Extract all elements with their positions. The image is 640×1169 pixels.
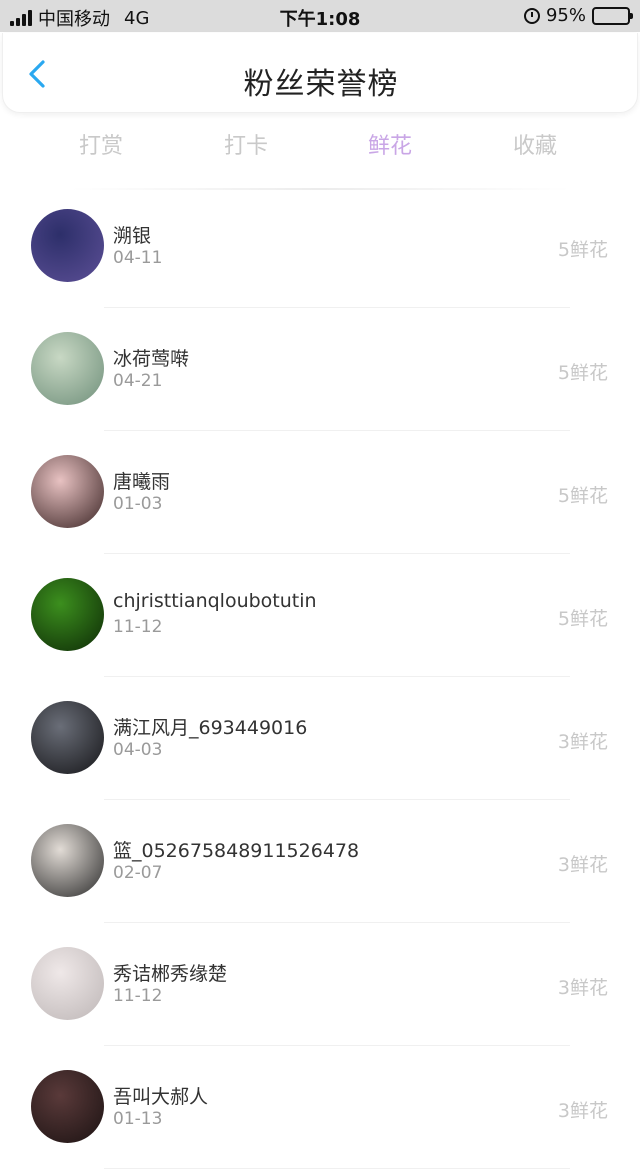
status-right: 95% <box>523 5 633 26</box>
fan-name: 篮_052675848911526478 <box>113 840 360 862</box>
page-title: 粉丝荣誉榜 <box>243 67 399 102</box>
avatar[interactable] <box>31 947 104 1020</box>
fan-date: 04-21 <box>113 371 163 391</box>
fan-date: 11-12 <box>113 617 163 637</box>
fan-date: 02-07 <box>113 863 163 883</box>
flower-count: 5鲜花 <box>557 239 608 261</box>
tab-flowers[interactable]: 鲜花 <box>368 128 412 160</box>
avatar[interactable] <box>31 701 104 774</box>
fan-date: 01-13 <box>113 1109 163 1129</box>
avatar[interactable] <box>31 1070 104 1143</box>
avatar[interactable] <box>31 332 104 405</box>
list-item[interactable]: chjristtianqloubotutin 11-12 5鲜花 <box>0 554 640 677</box>
fan-name: 冰荷莺啭 <box>113 348 190 370</box>
fan-name: 唐曦雨 <box>113 471 171 493</box>
fan-date: 11-12 <box>113 986 163 1006</box>
status-bar: 中国移动 4G 下午1:08 95% <box>0 0 640 32</box>
fan-name: 吾叫大郝人 <box>113 1086 209 1108</box>
flower-count: 3鲜花 <box>557 977 608 999</box>
avatar[interactable] <box>31 578 104 651</box>
battery-percent: 95% <box>545 5 586 26</box>
flower-count: 3鲜花 <box>557 731 608 753</box>
navigation-bar: 粉丝荣誉榜 <box>2 33 638 113</box>
fan-name: 溯银 <box>113 225 152 247</box>
flower-count: 5鲜花 <box>557 485 608 507</box>
list-item[interactable]: 唐曦雨 01-03 5鲜花 <box>0 431 640 554</box>
list-item[interactable]: 冰荷莺啭 04-21 5鲜花 <box>0 308 640 431</box>
list-item[interactable]: 秀诘郴秀缘楚 11-12 3鲜花 <box>0 923 640 1046</box>
tab-checkin[interactable]: 打卡 <box>224 128 268 160</box>
fan-list: 溯银 04-11 5鲜花 冰荷莺啭 04-21 5鲜花 唐曦雨 01-03 5鲜… <box>0 185 640 1169</box>
tab-bar: 打赏 打卡 鲜花 收藏 <box>0 120 640 170</box>
alarm-icon <box>523 7 540 24</box>
list-item[interactable]: 溯银 04-11 5鲜花 <box>0 185 640 308</box>
fan-name: chjristtianqloubotutin <box>113 590 317 612</box>
avatar[interactable] <box>31 209 104 282</box>
list-item[interactable]: 篮_052675848911526478 02-07 3鲜花 <box>0 800 640 923</box>
flower-count: 3鲜花 <box>557 1100 608 1122</box>
tab-reward[interactable]: 打赏 <box>79 128 123 160</box>
tab-favorites[interactable]: 收藏 <box>513 128 557 160</box>
flower-count: 5鲜花 <box>557 362 608 384</box>
avatar[interactable] <box>31 455 104 528</box>
battery-icon <box>592 6 633 25</box>
list-item[interactable]: 吾叫大郝人 01-13 3鲜花 <box>0 1046 640 1169</box>
fan-name: 秀诘郴秀缘楚 <box>113 963 228 985</box>
fan-date: 04-11 <box>113 248 163 268</box>
fan-date: 04-03 <box>113 740 163 760</box>
fan-date: 01-03 <box>113 494 163 514</box>
flower-count: 5鲜花 <box>557 608 608 630</box>
avatar[interactable] <box>31 824 104 897</box>
flower-count: 3鲜花 <box>557 854 608 876</box>
list-item[interactable]: 满江风月_693449016 04-03 3鲜花 <box>0 677 640 800</box>
fan-name: 满江风月_693449016 <box>113 717 308 739</box>
